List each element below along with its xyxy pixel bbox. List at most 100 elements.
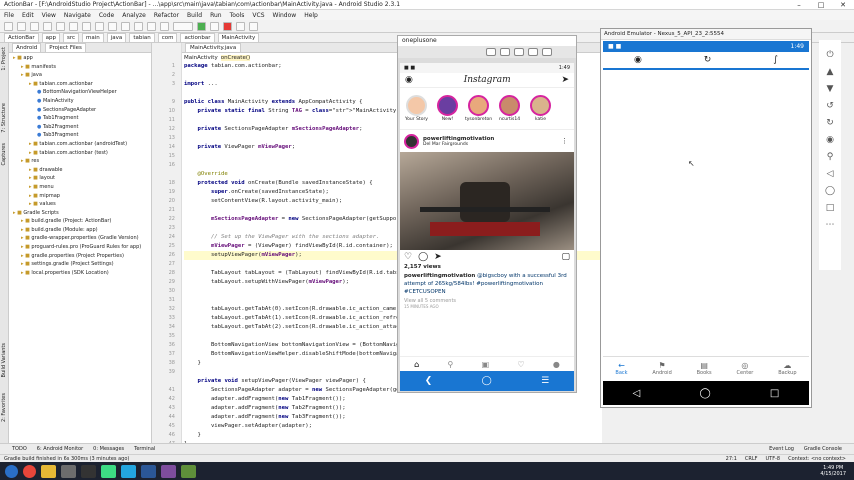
comment-icon[interactable]: ◯ <box>418 252 428 262</box>
emu-home-button-icon[interactable]: ◯ <box>825 186 835 196</box>
screenshot-icon[interactable] <box>486 48 496 56</box>
menu-help[interactable]: Help <box>304 12 318 19</box>
open-icon[interactable] <box>4 21 13 31</box>
menu-tools[interactable]: Tools <box>230 12 245 19</box>
bookmark-icon[interactable]: ▢ <box>561 252 570 262</box>
maximize-icon[interactable]: □ <box>810 0 832 10</box>
editor-tab-mainactivity[interactable]: MainActivity.java <box>185 43 242 53</box>
tree-item[interactable]: ● MainActivity <box>9 97 151 106</box>
todo-tool-button[interactable]: TODO <box>12 446 27 452</box>
captures-tool-button[interactable]: Captures <box>1 143 7 166</box>
volume-up-icon[interactable]: ▲ <box>827 67 834 77</box>
bottom-nav-item-android[interactable]: ⚑ Android <box>652 361 671 376</box>
activity-icon[interactable]: ♡ <box>517 360 524 369</box>
like-icon[interactable]: ♡ <box>404 252 412 262</box>
fullscreen-icon[interactable] <box>542 48 552 56</box>
tree-item[interactable]: ▸ ■ values <box>9 200 151 209</box>
bottom-nav-item-center[interactable]: ◎ Center <box>737 361 754 376</box>
premiere-icon[interactable] <box>161 464 176 478</box>
emu-back-button-icon[interactable]: ◁ <box>827 169 834 179</box>
code-line[interactable]: adapter.addFragment(new Tab3Fragment()); <box>184 413 602 422</box>
story-item[interactable]: New! <box>435 95 460 122</box>
sdk-manager-icon[interactable] <box>236 21 245 31</box>
redo-icon[interactable] <box>56 21 65 31</box>
menu-build[interactable]: Build <box>187 12 202 19</box>
power-icon[interactable]: ⏻ <box>826 50 833 60</box>
story-item[interactable]: ncurtis14 <box>497 95 522 122</box>
editor-crumb-method[interactable]: onCreate() <box>220 54 251 61</box>
tree-item[interactable]: ▸ ■ mipmap <box>9 192 151 201</box>
nav-back-icon[interactable]: ❮ <box>425 376 433 386</box>
tree-item[interactable]: ▸ ■ drawable <box>9 166 151 175</box>
copy-icon[interactable] <box>82 21 91 31</box>
tree-item[interactable]: ▸ ■ proguard-rules.pro (ProGuard Rules f… <box>9 243 151 252</box>
volume-down-icon[interactable]: ▼ <box>827 84 834 94</box>
favorites-tool-button[interactable]: 2: Favorites <box>1 393 7 422</box>
code-line[interactable]: viewPager.setAdapter(adapter); <box>184 422 602 431</box>
emu-more-icon[interactable]: ⋯ <box>826 220 835 230</box>
tree-item[interactable]: ▸ ■ res <box>9 157 151 166</box>
menu-window[interactable]: Window <box>273 12 297 19</box>
structure-tool-button[interactable]: 7: Structure <box>1 103 7 133</box>
breadcrumb-item[interactable]: MainActivity <box>217 32 260 43</box>
more-options-icon[interactable]: ⋮ <box>561 137 568 145</box>
undo-icon[interactable] <box>43 21 52 31</box>
tree-item[interactable]: ▸ ■ gradle.properties (Project Propertie… <box>9 252 151 261</box>
menu-navigate[interactable]: Navigate <box>64 12 91 19</box>
menu-refactor[interactable]: Refactor <box>154 12 179 19</box>
event-log-tool-button[interactable]: Event Log <box>769 446 794 452</box>
story-item[interactable]: katie <box>528 95 553 122</box>
tree-item[interactable]: ● Tab2Fragment <box>9 123 151 132</box>
project-view-dropdown[interactable]: Android <box>12 42 42 53</box>
gradle-console-tool-button[interactable]: Gradle Console <box>804 446 842 452</box>
tree-item[interactable]: ▸ ■ app <box>9 54 151 63</box>
chrome-icon[interactable] <box>23 464 36 478</box>
post-username[interactable]: powerliftingmotivation <box>423 136 494 142</box>
terminal-icon[interactable] <box>81 464 96 478</box>
tree-item[interactable]: ▸ ■ tabian.com.actionbar <box>9 80 151 89</box>
code-line[interactable]: adapter.addFragment(new Tab2Fragment()); <box>184 404 602 413</box>
android-studio-icon[interactable] <box>101 464 116 478</box>
bottom-nav-item-back[interactable]: ← Back <box>615 361 627 376</box>
menu-edit[interactable]: Edit <box>22 12 34 19</box>
rotate-right-icon[interactable]: ↻ <box>826 118 834 128</box>
file-encoding[interactable]: UTF-8 <box>766 456 781 462</box>
code-line[interactable]: } <box>184 431 602 440</box>
code-line[interactable]: adapter.addFragment(new Tab1Fragment()); <box>184 395 602 404</box>
media-icon[interactable] <box>61 464 76 478</box>
camera-icon[interactable]: ◉ <box>405 75 413 85</box>
settings-icon[interactable] <box>514 48 524 56</box>
clock[interactable]: 1:49 PM 4/15/2017 <box>820 465 846 477</box>
emu-home-icon[interactable]: ◯ <box>700 388 711 399</box>
editor-crumb-class[interactable]: MainActivity <box>184 55 218 61</box>
share-icon[interactable]: ➤ <box>434 252 442 262</box>
help-icon[interactable] <box>249 21 258 31</box>
record-icon[interactable] <box>500 48 510 56</box>
find-icon[interactable] <box>108 21 117 31</box>
tree-item[interactable]: ▸ ■ layout <box>9 174 151 183</box>
breadcrumb-item[interactable]: app <box>41 32 60 43</box>
tree-item[interactable]: ▸ ■ gradle-wrapper.properties (Gradle Ve… <box>9 234 151 243</box>
make-icon[interactable] <box>160 21 169 31</box>
forward-icon[interactable] <box>147 21 156 31</box>
menu-code[interactable]: Code <box>99 12 114 19</box>
cursor-position[interactable]: 27:1 <box>726 456 737 462</box>
bottom-nav-item-backup[interactable]: ☁ Backup <box>778 361 796 376</box>
tab-camera-icon[interactable]: ◉ <box>634 55 642 65</box>
emulator-icon[interactable] <box>181 464 196 478</box>
tree-item[interactable]: ● SectionsPageAdapter <box>9 106 151 115</box>
tree-item[interactable]: ▸ ■ Gradle Scripts <box>9 209 151 218</box>
post-photo[interactable] <box>400 152 574 250</box>
tree-item[interactable]: ▸ ■ tabian.com.actionbar (androidTest) <box>9 140 151 149</box>
bottom-nav-item-books[interactable]: ▤ Books <box>697 361 712 376</box>
emu-recents-icon[interactable]: □ <box>770 388 779 399</box>
app-config-icon[interactable] <box>173 21 193 31</box>
save-icon[interactable] <box>17 21 26 31</box>
caption-username[interactable]: powerliftingmotivation <box>404 273 475 279</box>
sync-icon[interactable] <box>30 21 39 31</box>
breadcrumb-item[interactable]: main <box>82 32 104 43</box>
menu-analyze[interactable]: Analyze <box>122 12 146 19</box>
breadcrumb-item[interactable]: ActionBar <box>4 32 39 43</box>
add-post-icon[interactable]: ▣ <box>482 360 490 369</box>
back-icon[interactable] <box>134 21 143 31</box>
